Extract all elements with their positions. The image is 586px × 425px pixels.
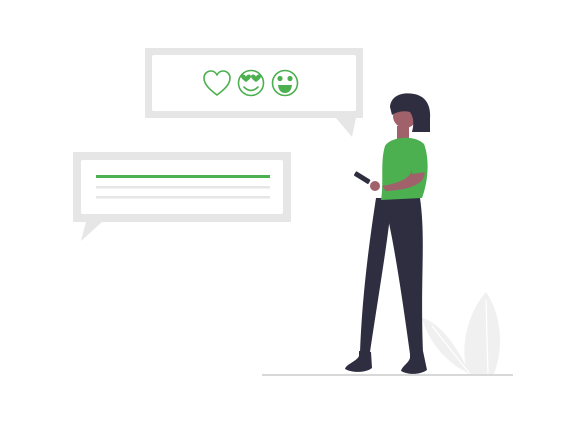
message-bubble: [73, 152, 291, 241]
left-shoe: [345, 351, 372, 372]
text-line: [96, 196, 270, 199]
text-line-accent: [96, 175, 270, 178]
reaction-bubble-inner: [152, 55, 356, 111]
reaction-bubble: [145, 48, 363, 137]
plant: [422, 292, 500, 375]
woman-figure: [345, 93, 431, 374]
right-shoe: [401, 351, 427, 374]
illustration: [73, 48, 513, 376]
phone: [354, 171, 371, 184]
text-line: [96, 186, 270, 189]
